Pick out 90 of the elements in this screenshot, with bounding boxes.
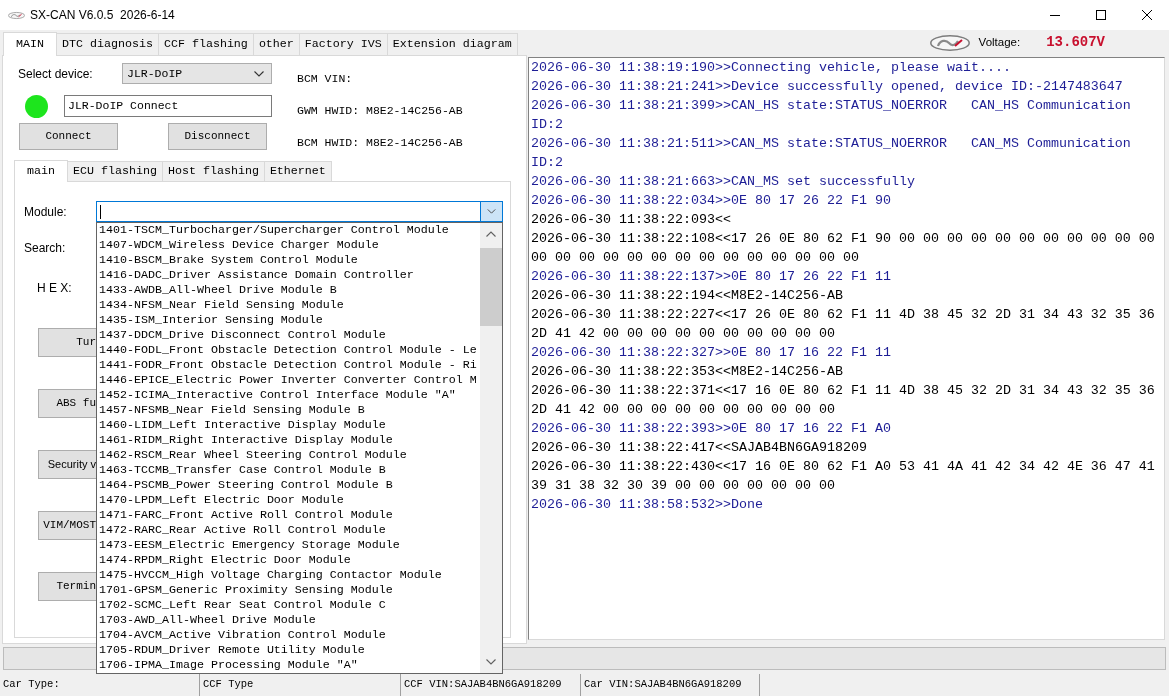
- log-entry: 2026-06-30 11:38:19:190>>Connecting vehicle, please wait....: [531, 59, 1012, 77]
- voltage-label: Voltage:: [978, 34, 1021, 50]
- disconnect-button[interactable]: Disconnect: [168, 123, 267, 150]
- search-label: Search:: [24, 241, 66, 255]
- status-text: Car VIN:SAJAB4BN6GA918209: [584, 677, 742, 693]
- status-text: Car Type:: [3, 677, 60, 693]
- list-item[interactable]: 1410-BSCM_Brake System Control Module: [99, 253, 358, 268]
- logo-icon: [8, 9, 25, 21]
- scrollbar-thumb[interactable]: [480, 248, 502, 326]
- list-item[interactable]: 1705-RDUM_Driver Remote Utility Module: [99, 643, 365, 658]
- log-entry: 2026-06-30 11:38:22:393>>0E 80 17 16 22 F1 A0: [531, 420, 892, 438]
- log-entry: 2026-06-30 11:38:21:511>>CAN_MS state:STATUS_NOERROR CAN_MS Communication ID:2: [531, 135, 1132, 172]
- hex-label: H E X:: [37, 281, 72, 295]
- list-item[interactable]: 1446-EPICE_Electric Power Inverter Converter Control M: [99, 373, 477, 388]
- log-entry: 2026-06-30 11:38:22:417<<SAJAB4BN6GA918209: [531, 439, 868, 457]
- log-entry: 2026-06-30 11:38:22:430<<17 16 0E 80 62 F1 A0 53 41 4A 41 42 34 42 4E 36 47 41 39 31 38 32 30 39 00 00 00 00 00 00 00: [531, 458, 1156, 495]
- function-button[interactable]: Tur: [38, 328, 96, 357]
- tab[interactable]: ECU flashing: [67, 161, 163, 181]
- log-entry: 2026-06-30 11:38:22:353<<M8E2-14C256-AB: [531, 363, 844, 381]
- function-button[interactable]: VIM/MOST: [38, 511, 96, 540]
- list-item[interactable]: 1463-TCCMB_Transfer Case Control Module B: [99, 463, 386, 478]
- list-item[interactable]: 1704-AVCM_Active Vibration Control Module: [99, 628, 386, 643]
- list-item[interactable]: 1452-ICIMA_Interactive Control Interface Module "A": [99, 388, 456, 403]
- list-item[interactable]: 1461-RIDM_Right Interactive Display Module: [99, 433, 393, 448]
- maximize-icon: [1096, 10, 1106, 20]
- info-text: GWM HWID: M8E2-14C256-AB: [297, 103, 463, 119]
- device-label: Select device:: [18, 65, 94, 83]
- window-title: SX-CAN V6.0.5 2026-6-14: [30, 7, 175, 24]
- list-item[interactable]: 1702-SCMC_Left Rear Seat Control Module C: [99, 598, 386, 613]
- list-item[interactable]: 1435-ISM_Interior Sensing Module: [99, 313, 323, 328]
- status-text: CCF VIN:SAJAB4BN6GA918209: [404, 677, 562, 693]
- list-item[interactable]: 1474-RPDM_Right Electric Door Module: [99, 553, 351, 568]
- list-item[interactable]: 1457-NFSMB_Near Field Sensing Module B: [99, 403, 365, 418]
- connect-button[interactable]: Connect: [19, 123, 118, 150]
- log-entry: 2026-06-30 11:38:21:663>>CAN_MS set successfully: [531, 173, 916, 191]
- tab[interactable]: main: [14, 160, 68, 182]
- chevron-down-icon: [254, 70, 264, 77]
- list-item[interactable]: 1434-NFSM_Near Field Sensing Module: [99, 298, 344, 313]
- list-item[interactable]: 1441-FODR_Front Obstacle Detection Control Module - Ri: [99, 358, 477, 373]
- log-entry: 2026-06-30 11:38:21:241>>Device successfully opened, device ID:-2147483647: [531, 78, 1124, 96]
- close-icon: [1141, 10, 1152, 20]
- module-input[interactable]: [96, 201, 480, 222]
- voltage-value: 13.607V: [1046, 33, 1105, 52]
- function-button[interactable]: Security v: [38, 450, 96, 479]
- list-item[interactable]: 1470-LPDM_Left Electric Door Module: [99, 493, 344, 508]
- info-text: BCM HWID: M8E2-14C256-AB: [297, 135, 463, 151]
- list-item[interactable]: 1471-FARC_Front Active Roll Control Module: [99, 508, 393, 523]
- list-item[interactable]: 1473-EESM_Electric Emergency Storage Module: [99, 538, 400, 553]
- log-entry: 2026-06-30 11:38:22:371<<17 16 0E 80 62 F1 11 4D 38 45 32 2D 31 34 43 32 35 36 2D 41 42 00 00 00 00 00 00 00 00 00 00: [531, 382, 1156, 419]
- log-entry: 2026-06-30 11:38:22:327>>0E 80 17 16 22 F1 11: [531, 344, 892, 362]
- list-item[interactable]: 1440-FODL_Front Obstacle Detection Control Module - Le: [99, 343, 477, 358]
- minimize-icon: [1050, 14, 1060, 16]
- list-item[interactable]: 1701-GPSM_Generic Proximity Sensing Module: [99, 583, 393, 598]
- list-item[interactable]: 1407-WDCM_Wireless Device Charger Module: [99, 238, 379, 253]
- tab[interactable]: MAIN: [3, 32, 57, 56]
- info-text: BCM VIN:: [297, 71, 353, 87]
- log-entry: 2026-06-30 11:38:21:399>>CAN_HS state:STATUS_NOERROR CAN_HS Communication ID:2: [531, 97, 1132, 134]
- function-button[interactable]: ABS fu: [38, 389, 96, 418]
- list-item[interactable]: 1437-DDCM_Drive Disconnect Control Module: [99, 328, 386, 343]
- status-text: CCF Type: [203, 677, 254, 693]
- device-dropdown[interactable]: JLR-DoIP: [122, 63, 272, 84]
- list-item[interactable]: 1475-HVCCM_High Voltage Charging Contactor Module: [99, 568, 442, 583]
- list-item[interactable]: 1703-AWD_All-Wheel Drive Module: [99, 613, 316, 628]
- log-entry: 2026-06-30 11:38:22:194<<M8E2-14C256-AB: [531, 287, 844, 305]
- log-entry: 2026-06-30 11:38:58:532>>Done: [531, 496, 764, 514]
- function-button[interactable]: Termin: [38, 572, 96, 601]
- log-entry: 2026-06-30 11:38:22:137>>0E 80 17 26 22 F1 11: [531, 268, 892, 286]
- module-label: Module:: [24, 203, 68, 221]
- tab[interactable]: Host flashing: [161, 161, 265, 181]
- tab[interactable]: Ethernet: [263, 161, 332, 181]
- log-entry: 2026-06-30 11:38:22:034>>0E 80 17 26 22 F1 90: [531, 192, 892, 210]
- log-entry: 2026-06-30 11:38:22:108<<17 26 0E 80 62 F1 90 00 00 00 00 00 00 00 00 00 00 00 00 00 00 00 00 00 00 00 00 00 00 00 00 00: [531, 230, 1156, 267]
- chevron-down-icon: [486, 659, 496, 665]
- list-item[interactable]: 1416-DADC_Driver Assistance Domain Controller: [99, 268, 414, 283]
- list-item[interactable]: 1472-RARC_Rear Active Roll Control Module: [99, 523, 386, 538]
- connection-field[interactable]: JLR-DoIP Connect: [64, 95, 272, 117]
- logo-icon: [929, 34, 970, 51]
- chevron-down-icon: [487, 209, 496, 214]
- tab[interactable]: Extension diagram: [386, 33, 518, 55]
- list-item[interactable]: 1706-IPMA_Image Processing Module "A": [99, 658, 358, 673]
- log-entry: 2026-06-30 11:38:22:093<<: [531, 211, 732, 229]
- list-item[interactable]: 1464-PSCMB_Power Steering Control Module B: [99, 478, 393, 493]
- dropdown-button[interactable]: [480, 201, 503, 222]
- list-item[interactable]: 1462-RSCM_Rear Wheel Steering Control Module: [99, 448, 407, 463]
- list-item[interactable]: 1460-LIDM_Left Interactive Display Module: [99, 418, 386, 433]
- text-caret-icon: [100, 204, 101, 219]
- log-entry: 2026-06-30 11:38:22:227<<17 26 0E 80 62 F1 11 4D 38 45 32 2D 31 34 43 32 35 36 2D 41 42 00 00 00 00 00 00 00 00 00 00: [531, 306, 1156, 343]
- list-item[interactable]: 1433-AWDB_All-Wheel Drive Module B: [99, 283, 337, 298]
- list-item[interactable]: 1401-TSCM_Turbocharger/Supercharger Control Module: [99, 223, 449, 238]
- chevron-up-icon: [486, 231, 496, 237]
